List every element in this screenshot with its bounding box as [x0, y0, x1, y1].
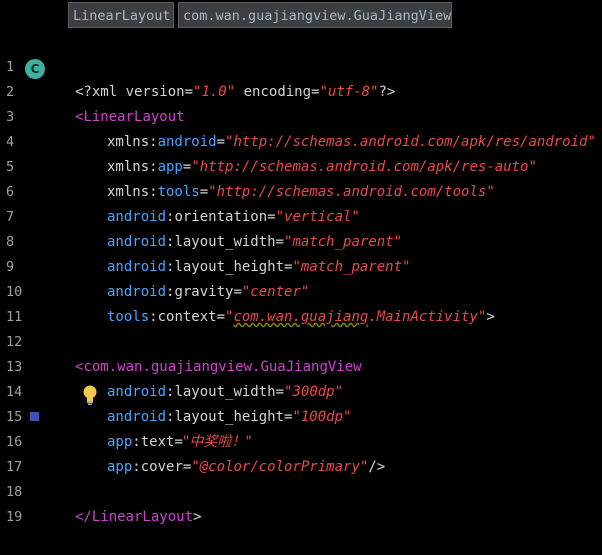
- code-line: 14 android:layout_height="100dp": [0, 355, 602, 425]
- code-line: 10 tools:context="com.wan.guajiang.MainA…: [0, 255, 602, 325]
- code-line: 19: [0, 480, 602, 525]
- editor-tab-bar: LinearLayout com.wan.guajiangview.GuaJia…: [0, 0, 602, 30]
- code-token: >: [193, 509, 202, 525]
- tab-linearlayout[interactable]: LinearLayout: [68, 2, 174, 28]
- code-line: 3 xmlns:android="http://schemas.android.…: [0, 80, 602, 150]
- code-line: 5 xmlns:tools="http://schemas.android.co…: [0, 130, 602, 200]
- code-line: 9 android:gravity="center": [0, 230, 602, 300]
- code-line: 2 <LinearLayout: [0, 55, 602, 125]
- code-line: 4 xmlns:app="http://schemas.android.com/…: [0, 105, 602, 175]
- code-token: LinearLayout: [91, 509, 194, 525]
- code-line: 13 android:layout_width="300dp": [0, 330, 602, 400]
- line-number: 19: [6, 509, 23, 525]
- code-line: 18 </LinearLayout>: [0, 455, 602, 525]
- code-line: 7 android:layout_width="match_parent": [0, 180, 602, 250]
- code-token: </: [75, 509, 92, 525]
- code-line: 15 app:text="中奖啦！": [0, 380, 602, 450]
- code-line: 17: [0, 430, 602, 475]
- tab-guajiangview[interactable]: com.wan.guajiangview.GuaJiangView: [178, 2, 452, 28]
- code-line: 11: [0, 280, 602, 325]
- code-line: 8 android:layout_height="match_parent": [0, 205, 602, 275]
- code-line: 12 <com.wan.guajiangview.GuaJiangView: [0, 305, 602, 375]
- code-line: 16 app:cover="@color/colorPrimary"/>: [0, 405, 602, 475]
- code-line: 6 android:orientation="vertical": [0, 155, 602, 225]
- code-line: 1 <?xml version="1.0" encoding="utf-8"?>: [0, 30, 602, 100]
